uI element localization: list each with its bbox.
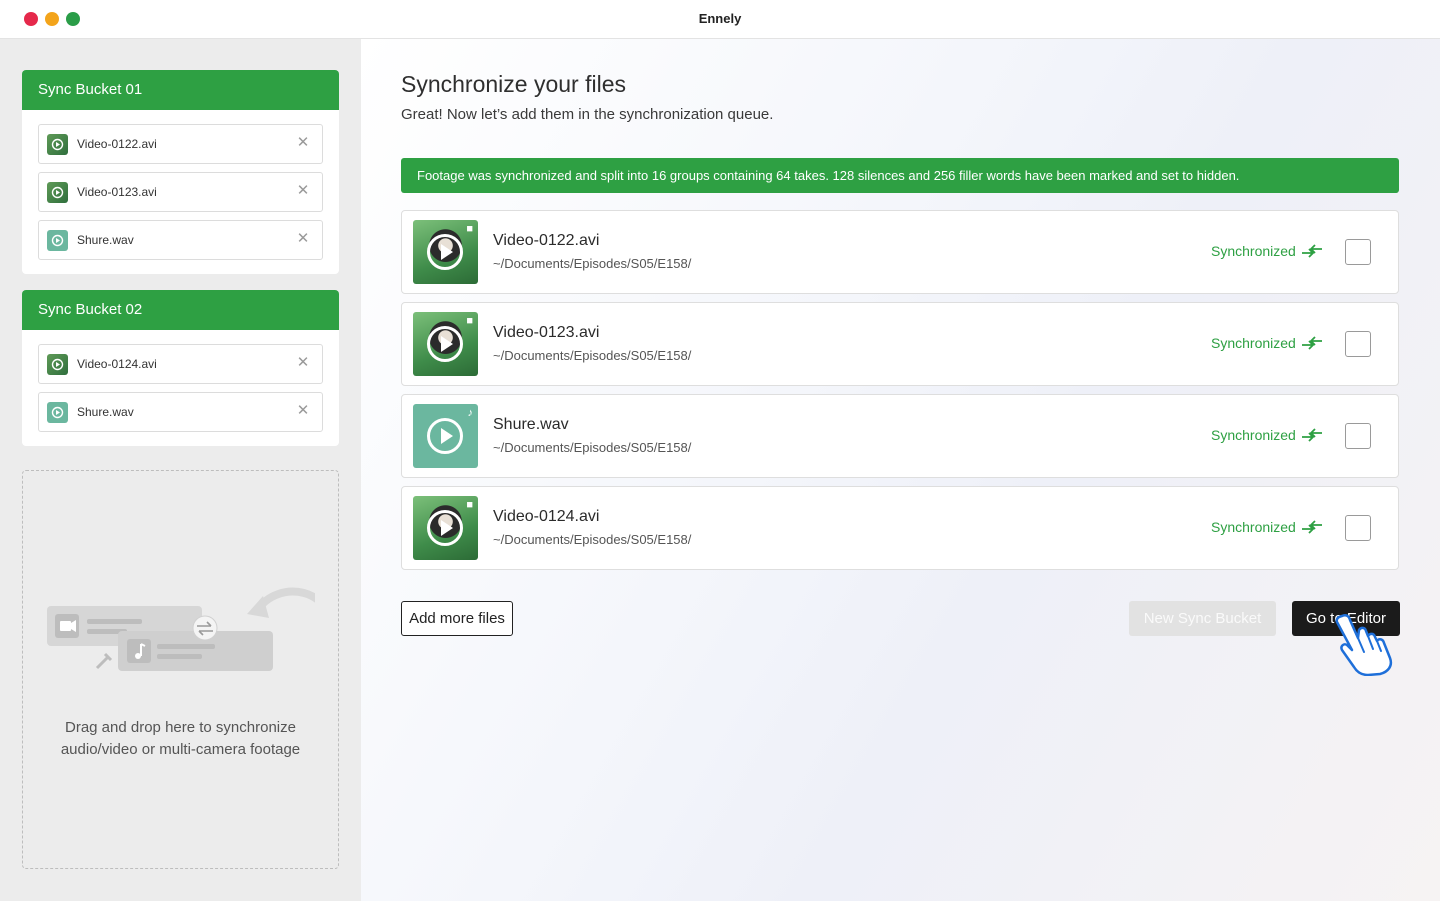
file-name: Video-0124.avi (493, 508, 600, 525)
sync-success-banner: Footage was synchronized and split into … (401, 158, 1399, 193)
file-path: ~/Documents/Episodes/S05/E158/ (493, 532, 692, 547)
drop-text-line-2: audio/video or multi-camera footage (60, 741, 301, 758)
music-note-icon: ♪ (467, 407, 474, 419)
close-icon[interactable]: ✕ (296, 231, 310, 246)
queue-row: ■ Video-0123.avi ~/Documents/Episodes/S0… (401, 302, 1399, 386)
sync-arrows-icon (1302, 336, 1322, 350)
sync-arrows-icon (1302, 520, 1322, 534)
sync-status: Synchronized (1211, 427, 1296, 443)
row-checkbox[interactable] (1345, 515, 1371, 541)
close-icon[interactable]: ✕ (296, 355, 310, 370)
file-path: ~/Documents/Episodes/S05/E158/ (493, 440, 692, 455)
video-thumbnail[interactable]: ■ (413, 496, 478, 560)
drop-instructions: Drag and drop here to synchronize audio/… (23, 717, 338, 761)
sidebar: Sync Bucket 01 Video-0122.avi ✕ Video-01… (0, 39, 361, 901)
bucket-file-item[interactable]: Video-0124.avi ✕ (38, 344, 323, 384)
video-thumbnail[interactable]: ■ (413, 312, 478, 376)
queue-row: ■ Video-0122.avi ~/Documents/Episodes/S0… (401, 210, 1399, 294)
drop-text-line-1: Drag and drop here to synchronize (65, 719, 296, 736)
audio-thumbnail-icon (47, 229, 68, 251)
main-panel: Synchronize your files Great! Now let’s … (361, 39, 1440, 901)
bucket-file-item[interactable]: Shure.wav ✕ (38, 392, 323, 432)
sync-arrows-icon (1302, 428, 1322, 442)
file-name: Video-0124.avi (77, 357, 157, 371)
row-checkbox[interactable] (1345, 331, 1371, 357)
close-icon[interactable]: ✕ (296, 403, 310, 418)
hand-pointer-icon (1335, 613, 1393, 676)
sync-status: Synchronized (1211, 519, 1296, 535)
bucket-title: Sync Bucket 02 (22, 290, 339, 330)
video-camera-icon: ■ (466, 499, 473, 511)
bucket-file-item[interactable]: Video-0123.avi ✕ (38, 172, 323, 212)
bucket-file-item[interactable]: Video-0122.avi ✕ (38, 124, 323, 164)
drop-illustration (47, 587, 315, 671)
title-bar: Ennely (0, 0, 1440, 39)
sync-bucket-01: Sync Bucket 01 Video-0122.avi ✕ Video-01… (22, 70, 339, 274)
bucket-title: Sync Bucket 01 (22, 70, 339, 110)
bucket-file-item[interactable]: Shure.wav ✕ (38, 220, 323, 260)
file-path: ~/Documents/Episodes/S05/E158/ (493, 348, 692, 363)
close-icon[interactable]: ✕ (296, 135, 310, 150)
file-name: Shure.wav (77, 233, 134, 247)
page-title: Synchronize your files (401, 71, 626, 97)
add-more-files-button[interactable]: Add more files (401, 601, 513, 636)
video-thumbnail-icon (47, 353, 68, 375)
app-title: Ennely (698, 11, 742, 26)
file-name: Video-0123.avi (493, 324, 600, 341)
row-checkbox[interactable] (1345, 239, 1371, 265)
queue-row: ■ Video-0124.avi ~/Documents/Episodes/S0… (401, 486, 1399, 570)
video-thumbnail-icon (47, 181, 68, 203)
video-camera-icon: ■ (466, 315, 473, 327)
audio-thumbnail-icon (47, 401, 68, 423)
file-name: Video-0123.avi (77, 185, 157, 199)
sync-status: Synchronized (1211, 243, 1296, 259)
drop-zone[interactable]: Drag and drop here to synchronize audio/… (22, 470, 339, 869)
page-subtitle: Great! Now let’s add them in the synchro… (401, 106, 774, 123)
file-name: Video-0122.avi (493, 232, 600, 249)
file-name: Video-0122.avi (77, 137, 157, 151)
file-name: Shure.wav (493, 416, 569, 433)
sync-status: Synchronized (1211, 335, 1296, 351)
video-thumbnail[interactable]: ■ (413, 220, 478, 284)
file-path: ~/Documents/Episodes/S05/E158/ (493, 256, 692, 271)
row-checkbox[interactable] (1345, 423, 1371, 449)
file-name: Shure.wav (77, 405, 134, 419)
audio-thumbnail[interactable]: ♪ (413, 404, 478, 468)
queue-row: ♪ Shure.wav ~/Documents/Episodes/S05/E15… (401, 394, 1399, 478)
new-sync-bucket-button[interactable]: New Sync Bucket (1129, 601, 1276, 636)
close-icon[interactable]: ✕ (296, 183, 310, 198)
sync-arrows-icon (1302, 244, 1322, 258)
sync-bucket-02: Sync Bucket 02 Video-0124.avi ✕ Shure.wa… (22, 290, 339, 446)
video-camera-icon: ■ (466, 223, 473, 235)
video-thumbnail-icon (47, 133, 68, 155)
